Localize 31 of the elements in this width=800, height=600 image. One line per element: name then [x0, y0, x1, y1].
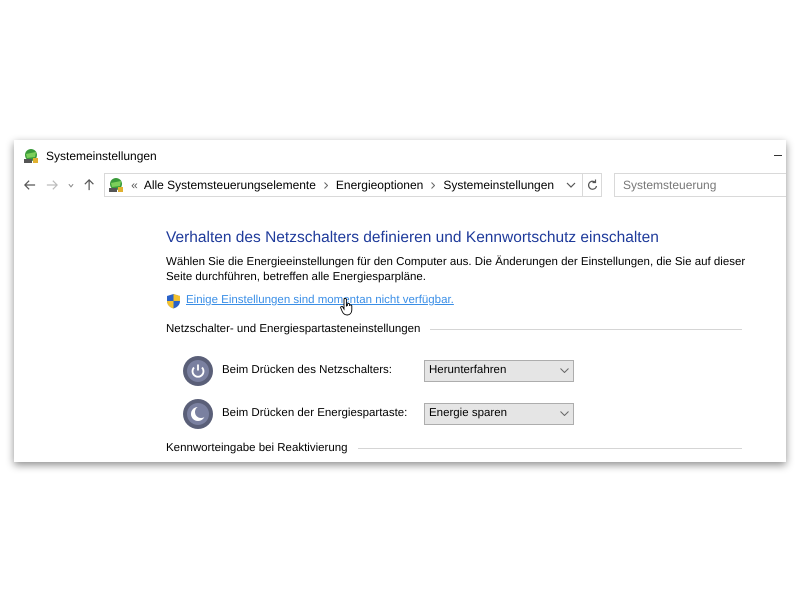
up-arrow-icon[interactable]: [84, 178, 94, 192]
minimize-icon[interactable]: [774, 155, 782, 157]
power-button-icon: [182, 354, 214, 386]
setting-label: Beim Drücken der Energiespartaste:: [222, 406, 408, 421]
chevron-right-icon: [324, 182, 328, 188]
control-panel-icon: [107, 176, 126, 194]
window-title: Systemeinstellungen: [46, 148, 157, 165]
dropdown-caret-icon[interactable]: [68, 182, 74, 188]
dropdown[interactable]: Herunterfahren: [424, 360, 574, 382]
overflow-marker[interactable]: «: [131, 176, 138, 194]
dropdown-caret-icon[interactable]: [566, 182, 576, 188]
description-text: Wählen Sie die Energieeinstellungen für den Computer aus. Die Änderungen der Einstellungen, die Sie auf dieser Seite durchführen, betreffen alle Energiesparpläne.: [166, 255, 746, 285]
chevron-right-icon: [431, 182, 436, 188]
dropdown[interactable]: Energie sparen: [424, 402, 574, 424]
moon-icon: [182, 398, 214, 430]
refresh-button[interactable]: [583, 173, 602, 197]
shield-icon: [166, 292, 181, 309]
refresh-icon: [586, 179, 598, 191]
dropdown-caret-icon: [560, 368, 569, 373]
back-arrow-icon[interactable]: [24, 179, 36, 191]
breadcrumb-item[interactable]: Alle Systemsteuerungselemente: [144, 176, 316, 194]
address-bar[interactable]: « Alle Systemsteuerungselemente Energieoptionen Systemeinstellungen: [104, 173, 584, 197]
setting-label: Beim Drücken des Netzschalters:: [222, 362, 394, 378]
breadcrumb-item[interactable]: Systemeinstellungen: [443, 176, 554, 194]
section-title: Kennworteingabe bei Reaktivierung: [166, 440, 348, 456]
control-panel-icon: [22, 147, 40, 165]
page-heading: Verhalten des Netzschalters definieren und Kennwortschutz einschalten: [166, 228, 660, 248]
search-field[interactable]: Systemsteuerung: [614, 173, 786, 197]
section-title: Netzschalter- und Energiespartasteneinstellungen: [166, 322, 420, 338]
breadcrumb-item[interactable]: Energieoptionen: [336, 176, 424, 194]
dropdown-caret-icon: [560, 411, 569, 416]
